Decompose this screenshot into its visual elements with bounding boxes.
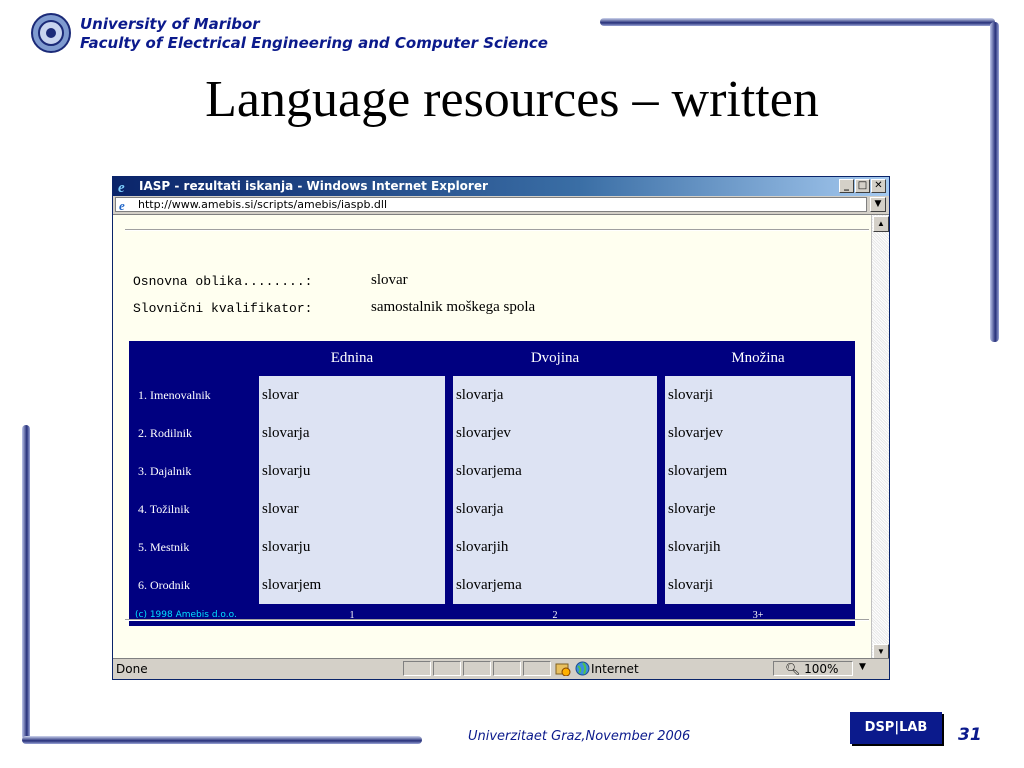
table-cell: slovarjih xyxy=(661,528,855,566)
case-label: 1. Imenovalnik xyxy=(138,387,211,402)
basic-form-value: slovar xyxy=(371,272,408,288)
column-header-singular: Ednina xyxy=(330,350,374,366)
divider-bottom xyxy=(125,619,869,621)
table-cell: slovarju xyxy=(255,528,449,566)
case-label: 3. Dajalnik xyxy=(138,463,192,478)
table-cell: slovarji xyxy=(661,376,855,414)
table-cell: slovarji xyxy=(661,566,855,604)
column-header-plural: Množina xyxy=(731,350,785,366)
basic-form-label: Osnovna oblika........: xyxy=(133,274,313,289)
table-header-row: Ednina Dvojina Množina xyxy=(129,341,855,376)
decorative-line-bottom xyxy=(22,736,422,744)
column-header-dual: Dvojina xyxy=(530,350,580,366)
table-row: 4. Tožilnik slovar slovarja slovarje xyxy=(129,490,855,528)
university-logo xyxy=(31,13,71,53)
table-cell: slovar xyxy=(255,376,449,414)
minimize-button[interactable]: _ xyxy=(839,179,854,193)
case-label: 2. Rodilnik xyxy=(138,425,193,440)
copyright-text: (c) 1998 Amebis d.o.o. xyxy=(135,610,237,620)
case-label: 4. Tožilnik xyxy=(138,501,190,516)
status-pane xyxy=(403,661,431,676)
table-row: 2. Rodilnik slovarja slovarjev slovarjev xyxy=(129,414,855,452)
zoom-icon: 🔍︎ xyxy=(785,662,801,676)
status-pane xyxy=(523,661,551,676)
header-blank xyxy=(129,341,255,376)
table-cell: slovarja xyxy=(255,414,449,452)
university-header: University of Maribor Faculty of Electri… xyxy=(80,15,548,53)
declension-table: Ednina Dvojina Množina 1. Imenovalnik sl… xyxy=(129,341,855,626)
table-cell: slovarjem xyxy=(255,566,449,604)
decorative-line-top xyxy=(600,18,995,26)
zoom-value: 100% xyxy=(804,662,839,676)
security-warning-icon[interactable] xyxy=(555,662,571,676)
case-label: 5. Mestnik xyxy=(138,539,190,554)
slide-footer: Univerzitaet Graz,November 2006 xyxy=(468,729,691,744)
svg-text:e: e xyxy=(118,180,125,194)
faculty-name: Faculty of Electrical Engineering and Co… xyxy=(80,34,548,52)
table-cell: slovarju xyxy=(255,452,449,490)
divider-top xyxy=(125,229,869,231)
browser-title: IASP - rezultati iskanja - Windows Inter… xyxy=(139,179,488,193)
table-cell: slovarjema xyxy=(448,452,662,490)
case-label: 6. Orodnik xyxy=(138,577,190,592)
slide-title: Language resources – written xyxy=(205,71,819,128)
maximize-button[interactable]: □ xyxy=(855,179,870,193)
status-pane xyxy=(493,661,521,676)
table-cell: slovarjev xyxy=(448,414,662,452)
vertical-scrollbar[interactable]: ▲ ▼ xyxy=(871,215,889,661)
address-bar: e http://www.amebis.si/scripts/amebis/ia… xyxy=(113,196,889,215)
ie-icon: e xyxy=(118,180,125,194)
table-cell: slovarja xyxy=(448,490,662,528)
status-bar: Done Internet 🔍︎ 100% ▼ xyxy=(113,658,889,679)
table-cell: slovarje xyxy=(661,490,855,528)
table-row: 5. Mestnik slovarju slovarjih slovarjih xyxy=(129,528,855,566)
status-pane xyxy=(463,661,491,676)
table-cell: slovarjev xyxy=(661,414,855,452)
qualifier-value: samostalnik moškega spola xyxy=(371,299,536,315)
table-cell: slovar xyxy=(255,490,449,528)
window-controls: _ □ ✕ xyxy=(839,179,886,193)
dsp-lab-logo: DSP|LAB xyxy=(850,712,942,744)
zoom-dropdown-icon[interactable]: ▼ xyxy=(859,662,866,672)
table-footer-row: (c) 1998 Amebis d.o.o. 1 2 3+ xyxy=(129,604,855,626)
table-row: 1. Imenovalnik slovar slovarja slovarji xyxy=(129,376,855,414)
browser-window: e IASP - rezultati iskanja - Windows Int… xyxy=(112,176,890,680)
footer-number: 1 xyxy=(349,609,355,621)
address-url: http://www.amebis.si/scripts/amebis/iasp… xyxy=(138,198,388,211)
close-button[interactable]: ✕ xyxy=(871,179,886,193)
page-icon: e xyxy=(119,198,125,211)
table-cell: slovarjih xyxy=(448,528,662,566)
globe-icon xyxy=(575,661,590,676)
table-cell: slovarjema xyxy=(448,566,662,604)
table-row: 6. Orodnik slovarjem slovarjema slovarji xyxy=(129,566,855,604)
address-field[interactable]: e http://www.amebis.si/scripts/amebis/ia… xyxy=(115,197,867,212)
security-zone: Internet xyxy=(591,662,639,676)
status-text: Done xyxy=(116,662,148,676)
address-dropdown-button[interactable]: ▼ xyxy=(870,197,886,212)
qualifier-label: Slovnični kvalifikator: xyxy=(133,301,313,316)
svg-text:e: e xyxy=(119,198,125,211)
zoom-level[interactable]: 🔍︎ 100% xyxy=(785,662,838,676)
table-cell: slovarjem xyxy=(661,452,855,490)
decorative-line-left xyxy=(22,425,30,740)
table-cell: slovarja xyxy=(448,376,662,414)
scroll-up-button[interactable]: ▲ xyxy=(873,216,889,232)
status-pane xyxy=(433,661,461,676)
browser-titlebar[interactable]: e IASP - rezultati iskanja - Windows Int… xyxy=(113,177,889,196)
table-row: 3. Dajalnik slovarju slovarjema slovarje… xyxy=(129,452,855,490)
page-number: 31 xyxy=(958,725,982,745)
page-content: Osnovna oblika........: slovar Slovnični… xyxy=(113,215,871,661)
university-name: University of Maribor xyxy=(80,15,260,33)
footer-number: 2 xyxy=(552,609,558,621)
footer-number: 3+ xyxy=(752,609,764,621)
